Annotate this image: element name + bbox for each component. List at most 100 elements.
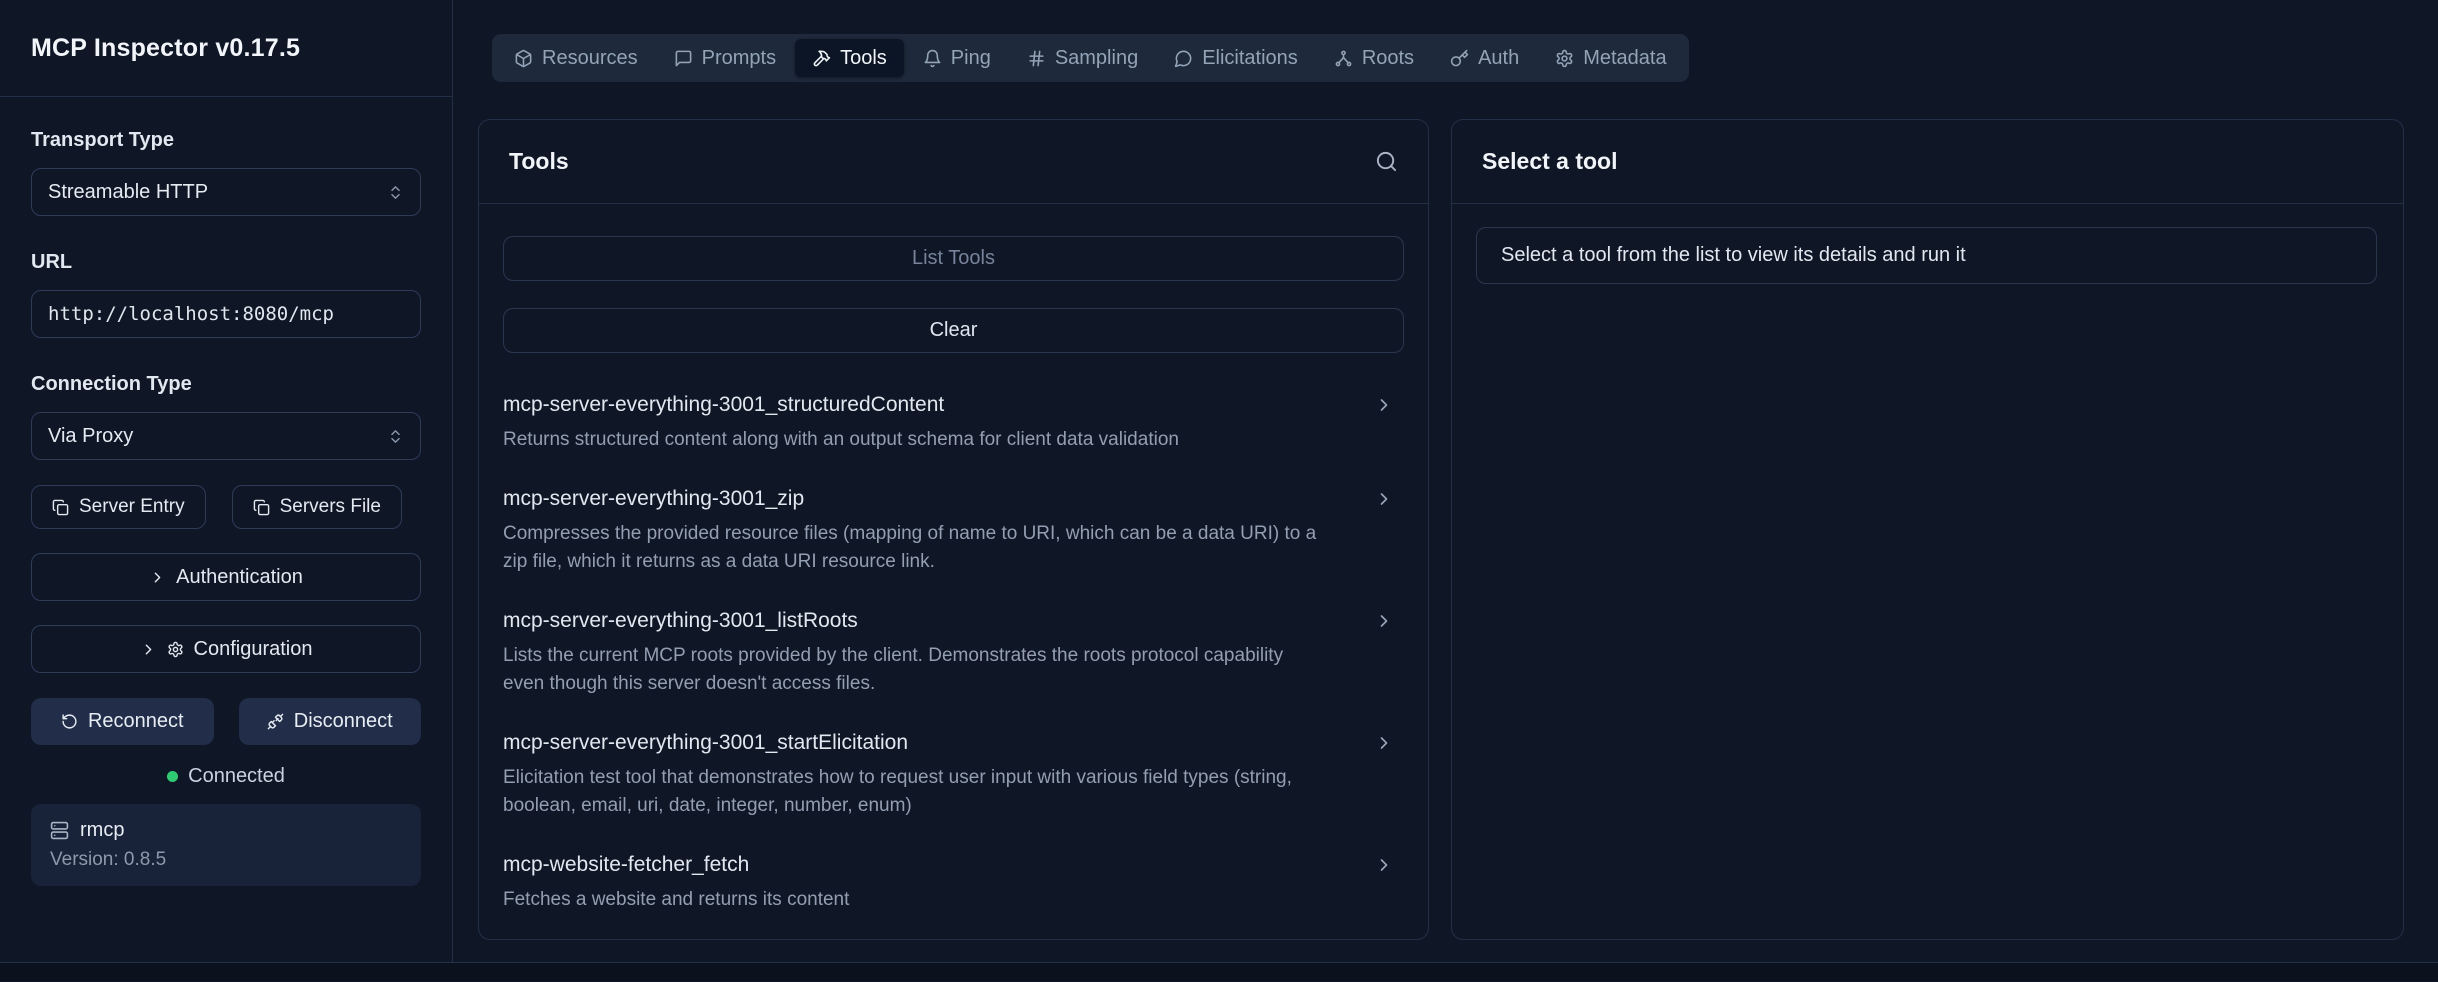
servers-file-button[interactable]: Servers File	[232, 485, 402, 529]
detail-panel-header: Select a tool	[1452, 120, 2403, 204]
tool-text: mcp-server-everything-3001_zip Compresse…	[503, 484, 1374, 576]
tab-sampling[interactable]: Sampling	[1010, 39, 1155, 77]
connection-actions-row: Reconnect Disconnect	[31, 698, 421, 745]
tab-auth[interactable]: Auth	[1433, 39, 1536, 77]
connection-type-select[interactable]: Via Proxy	[31, 412, 421, 460]
bottom-bar	[0, 962, 2438, 981]
clear-button[interactable]: Clear	[503, 308, 1404, 353]
server-entry-button[interactable]: Server Entry	[31, 485, 206, 529]
gear-icon	[167, 641, 184, 658]
disconnect-button[interactable]: Disconnect	[239, 698, 422, 745]
server-card: rmcp Version: 0.8.5	[31, 804, 421, 886]
chevron-right-icon	[1374, 395, 1394, 415]
chevron-right-icon	[140, 641, 157, 658]
app-root: MCP Inspector v0.17.5 Transport Type Str…	[0, 0, 2438, 962]
tab-label: Tools	[840, 47, 887, 70]
tools-panel-header: Tools	[479, 120, 1428, 204]
tool-list-item[interactable]: mcp-server-everything-3001_listRoots Lis…	[503, 606, 1404, 698]
tools-panel-title: Tools	[509, 148, 569, 175]
connection-status: Connected	[31, 765, 421, 788]
tool-list: mcp-server-everything-3001_structuredCon…	[503, 390, 1404, 914]
tool-description: Lists the current MCP roots provided by …	[503, 642, 1326, 698]
search-icon	[1375, 150, 1398, 173]
app-title: MCP Inspector v0.17.5	[31, 34, 300, 63]
hammer-icon	[812, 49, 831, 68]
transport-type-label: Transport Type	[31, 127, 421, 153]
authentication-toggle[interactable]: Authentication	[31, 553, 421, 601]
sidebar-header: MCP Inspector v0.17.5	[0, 0, 452, 97]
detail-panel-title: Select a tool	[1482, 148, 1617, 175]
tab-label: Metadata	[1583, 47, 1666, 70]
gear-icon	[1555, 49, 1574, 68]
tab-resources[interactable]: Resources	[497, 39, 655, 77]
tab-label: Roots	[1362, 47, 1414, 70]
disconnect-label: Disconnect	[294, 710, 393, 733]
tab-label: Ping	[951, 47, 991, 70]
authentication-label: Authentication	[176, 566, 303, 589]
chevron-right-icon	[1374, 611, 1394, 631]
tool-text: mcp-website-fetcher_fetch Fetches a webs…	[503, 850, 1374, 914]
list-tools-button[interactable]: List Tools	[503, 236, 1404, 281]
tool-list-item[interactable]: mcp-server-everything-3001_startElicitat…	[503, 728, 1404, 820]
tool-text: mcp-server-everything-3001_structuredCon…	[503, 390, 1374, 454]
tools-panel-body: List Tools Clear mcp-server-everything-3…	[479, 204, 1428, 938]
connection-type-value: Via Proxy	[48, 425, 133, 448]
tool-name: mcp-server-everything-3001_zip	[503, 484, 1326, 514]
configuration-toggle[interactable]: Configuration	[31, 625, 421, 673]
tab-ping[interactable]: Ping	[906, 39, 1008, 77]
chevrons-up-down-icon	[387, 428, 404, 445]
tool-name: mcp-server-everything-3001_listRoots	[503, 606, 1326, 636]
tool-text: mcp-server-everything-3001_listRoots Lis…	[503, 606, 1374, 698]
rotate-ccw-icon	[61, 713, 78, 730]
tool-name: mcp-server-everything-3001_startElicitat…	[503, 728, 1326, 758]
tool-name: mcp-website-fetcher_fetch	[503, 850, 1326, 880]
tab-label: Auth	[1478, 47, 1519, 70]
unplug-icon	[267, 713, 284, 730]
server-icon	[50, 821, 69, 840]
chevron-right-icon	[1374, 489, 1394, 509]
copy-icon	[253, 499, 270, 516]
tool-detail-panel: Select a tool Select a tool from the lis…	[1451, 119, 2404, 940]
search-button[interactable]	[1375, 150, 1398, 173]
tab-label: Elicitations	[1202, 47, 1298, 70]
reconnect-label: Reconnect	[88, 710, 184, 733]
tab-label: Sampling	[1055, 47, 1138, 70]
tab-roots[interactable]: Roots	[1317, 39, 1431, 77]
package-icon	[514, 49, 533, 68]
transport-type-select[interactable]: Streamable HTTP	[31, 168, 421, 216]
chevron-right-icon	[149, 569, 166, 586]
green-dot	[167, 771, 178, 782]
tool-list-item[interactable]: mcp-website-fetcher_fetch Fetches a webs…	[503, 850, 1404, 914]
connection-status-label: Connected	[188, 765, 285, 788]
tool-description: Compresses the provided resource files (…	[503, 520, 1326, 576]
tab-elicitations[interactable]: Elicitations	[1157, 39, 1315, 77]
tab-bar: Resources Prompts Tools Ping	[492, 34, 1689, 82]
bell-icon	[923, 49, 942, 68]
tab-prompts[interactable]: Prompts	[657, 39, 793, 77]
chevron-right-icon	[1374, 733, 1394, 753]
main-area: Resources Prompts Tools Ping	[453, 0, 2438, 962]
url-input[interactable]	[31, 290, 421, 338]
configuration-label: Configuration	[194, 638, 313, 661]
server-entry-label: Server Entry	[79, 496, 185, 518]
copy-buttons-row: Server Entry Servers File	[31, 485, 421, 529]
transport-type-value: Streamable HTTP	[48, 181, 208, 204]
panels-row: Tools List Tools Clear	[478, 119, 2404, 940]
tool-list-item[interactable]: mcp-server-everything-3001_structuredCon…	[503, 390, 1404, 454]
hash-icon	[1027, 49, 1046, 68]
reconnect-button[interactable]: Reconnect	[31, 698, 214, 745]
tool-placeholder-message: Select a tool from the list to view its …	[1476, 227, 2377, 284]
server-name: rmcp	[80, 819, 124, 842]
key-icon	[1450, 49, 1469, 68]
tools-panel: Tools List Tools Clear	[478, 119, 1429, 940]
tab-tools[interactable]: Tools	[795, 39, 904, 77]
tab-metadata[interactable]: Metadata	[1538, 39, 1683, 77]
server-version: Version: 0.8.5	[50, 849, 402, 871]
tool-text: mcp-server-everything-3001_startElicitat…	[503, 728, 1374, 820]
message-icon	[1174, 49, 1193, 68]
tool-list-item[interactable]: mcp-server-everything-3001_zip Compresse…	[503, 484, 1404, 576]
tool-description: Fetches a website and returns its conten…	[503, 886, 1326, 914]
detail-panel-body: Select a tool from the list to view its …	[1452, 204, 2403, 284]
tab-label: Resources	[542, 47, 638, 70]
tool-name: mcp-server-everything-3001_structuredCon…	[503, 390, 1326, 420]
